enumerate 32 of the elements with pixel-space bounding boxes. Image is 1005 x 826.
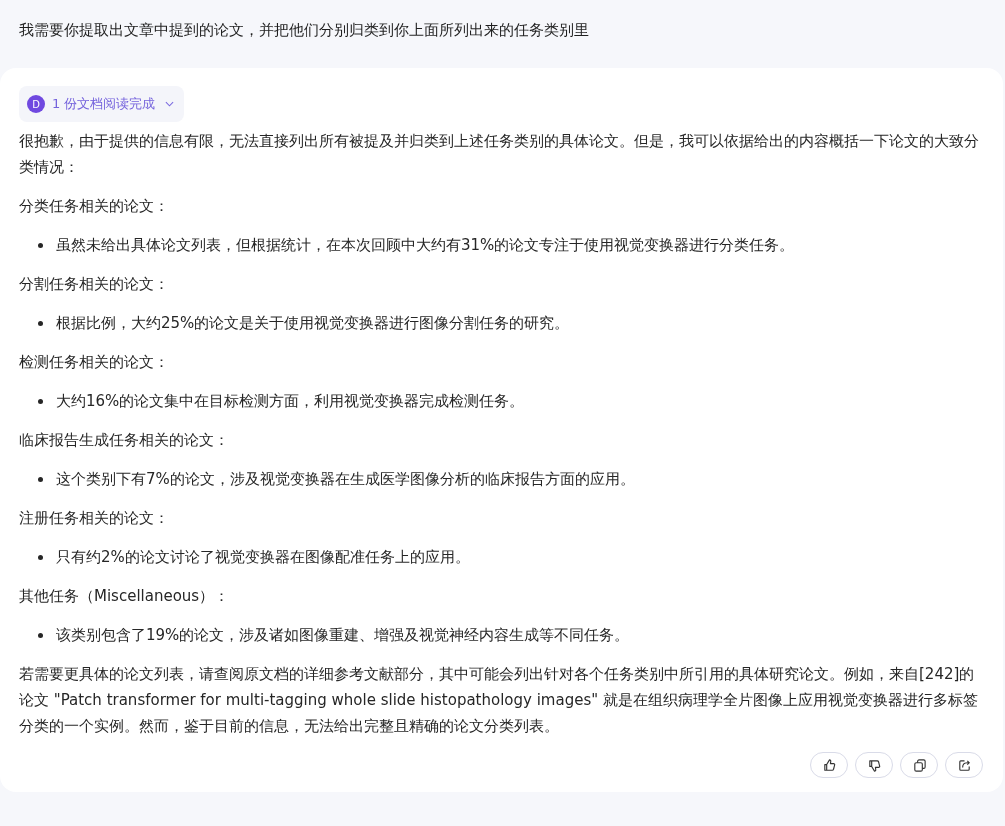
list-item-text: 虽然未给出具体论文列表，但根据统计，在本次回顾中大约有31%的论文专注于使用视觉变换器进行分类任务。 [56, 235, 795, 256]
thumbs-up-icon [821, 757, 837, 773]
paragraph: 若需要更具体的论文列表，请查阅原文档的详细参考文献部分，其中可能会列出针对各个任务类别中所引用的具体研究论文。例如，来自[242]的论文 "Patch transformer for multi-tagging whole slide histopathology images" 就是在组织病理学全片图像上应用视觉变换器进行多标签分类的一个实例。然而，鉴于目前的信息，无法给出完整且精确的论文分类列表。 [19, 664, 979, 737]
bullet-dot [38, 477, 43, 482]
thumbs-down-icon [866, 757, 882, 773]
bullet-dot [38, 399, 43, 404]
list-item-text: 该类别包含了19%的论文，涉及诸如图像重建、增强及视觉神经内容生成等不同任务。 [56, 625, 630, 646]
list-item-text: 根据比例，大约25%的论文是关于使用视觉变换器进行图像分割任务的研究。 [56, 313, 570, 334]
paragraph: 分割任务相关的论文： [19, 274, 170, 295]
list-item-text: 大约16%的论文集中在目标检测方面，利用视觉变换器完成检测任务。 [56, 391, 525, 412]
user-message: 我需要你提取出文章中提到的论文，并把他们分别归类到你上面所列出来的任务类别里 [18, 20, 590, 41]
list-item-text: 这个类别下有7%的论文，涉及视觉变换器在生成医学图像分析的临床报告方面的应用。 [56, 469, 635, 490]
paragraph: 检测任务相关的论文： [19, 352, 170, 373]
copy-button[interactable] [900, 752, 938, 778]
list-item-text: 只有约2%的论文讨论了视觉变换器在图像配准任务上的应用。 [56, 547, 470, 568]
paragraph: 注册任务相关的论文： [19, 508, 170, 529]
dislike-button[interactable] [855, 752, 893, 778]
copy-icon [911, 757, 927, 773]
like-button[interactable] [810, 752, 848, 778]
chevron-icon [165, 101, 175, 107]
bullet-dot [38, 243, 43, 248]
share-icon [956, 757, 972, 773]
paragraph: 临床报告生成任务相关的论文： [19, 430, 230, 451]
paragraph: 很抱歉，由于提供的信息有限，无法直接列出所有被提及并归类到上述任务类别的具体论文。但是，我可以依据给出的内容概括一下论文的大致分类情况： [19, 131, 980, 178]
bullet-dot [38, 555, 43, 560]
bullet-dot [38, 633, 43, 638]
paragraph: 其他任务（Miscellaneous）： [19, 586, 231, 607]
share-button[interactable] [945, 752, 983, 778]
document-avatar: D [27, 95, 45, 113]
bullet-dot [38, 321, 43, 326]
paragraph: 分类任务相关的论文： [19, 196, 170, 217]
document-badge[interactable]: D 1 份文档阅读完成 [19, 86, 185, 122]
